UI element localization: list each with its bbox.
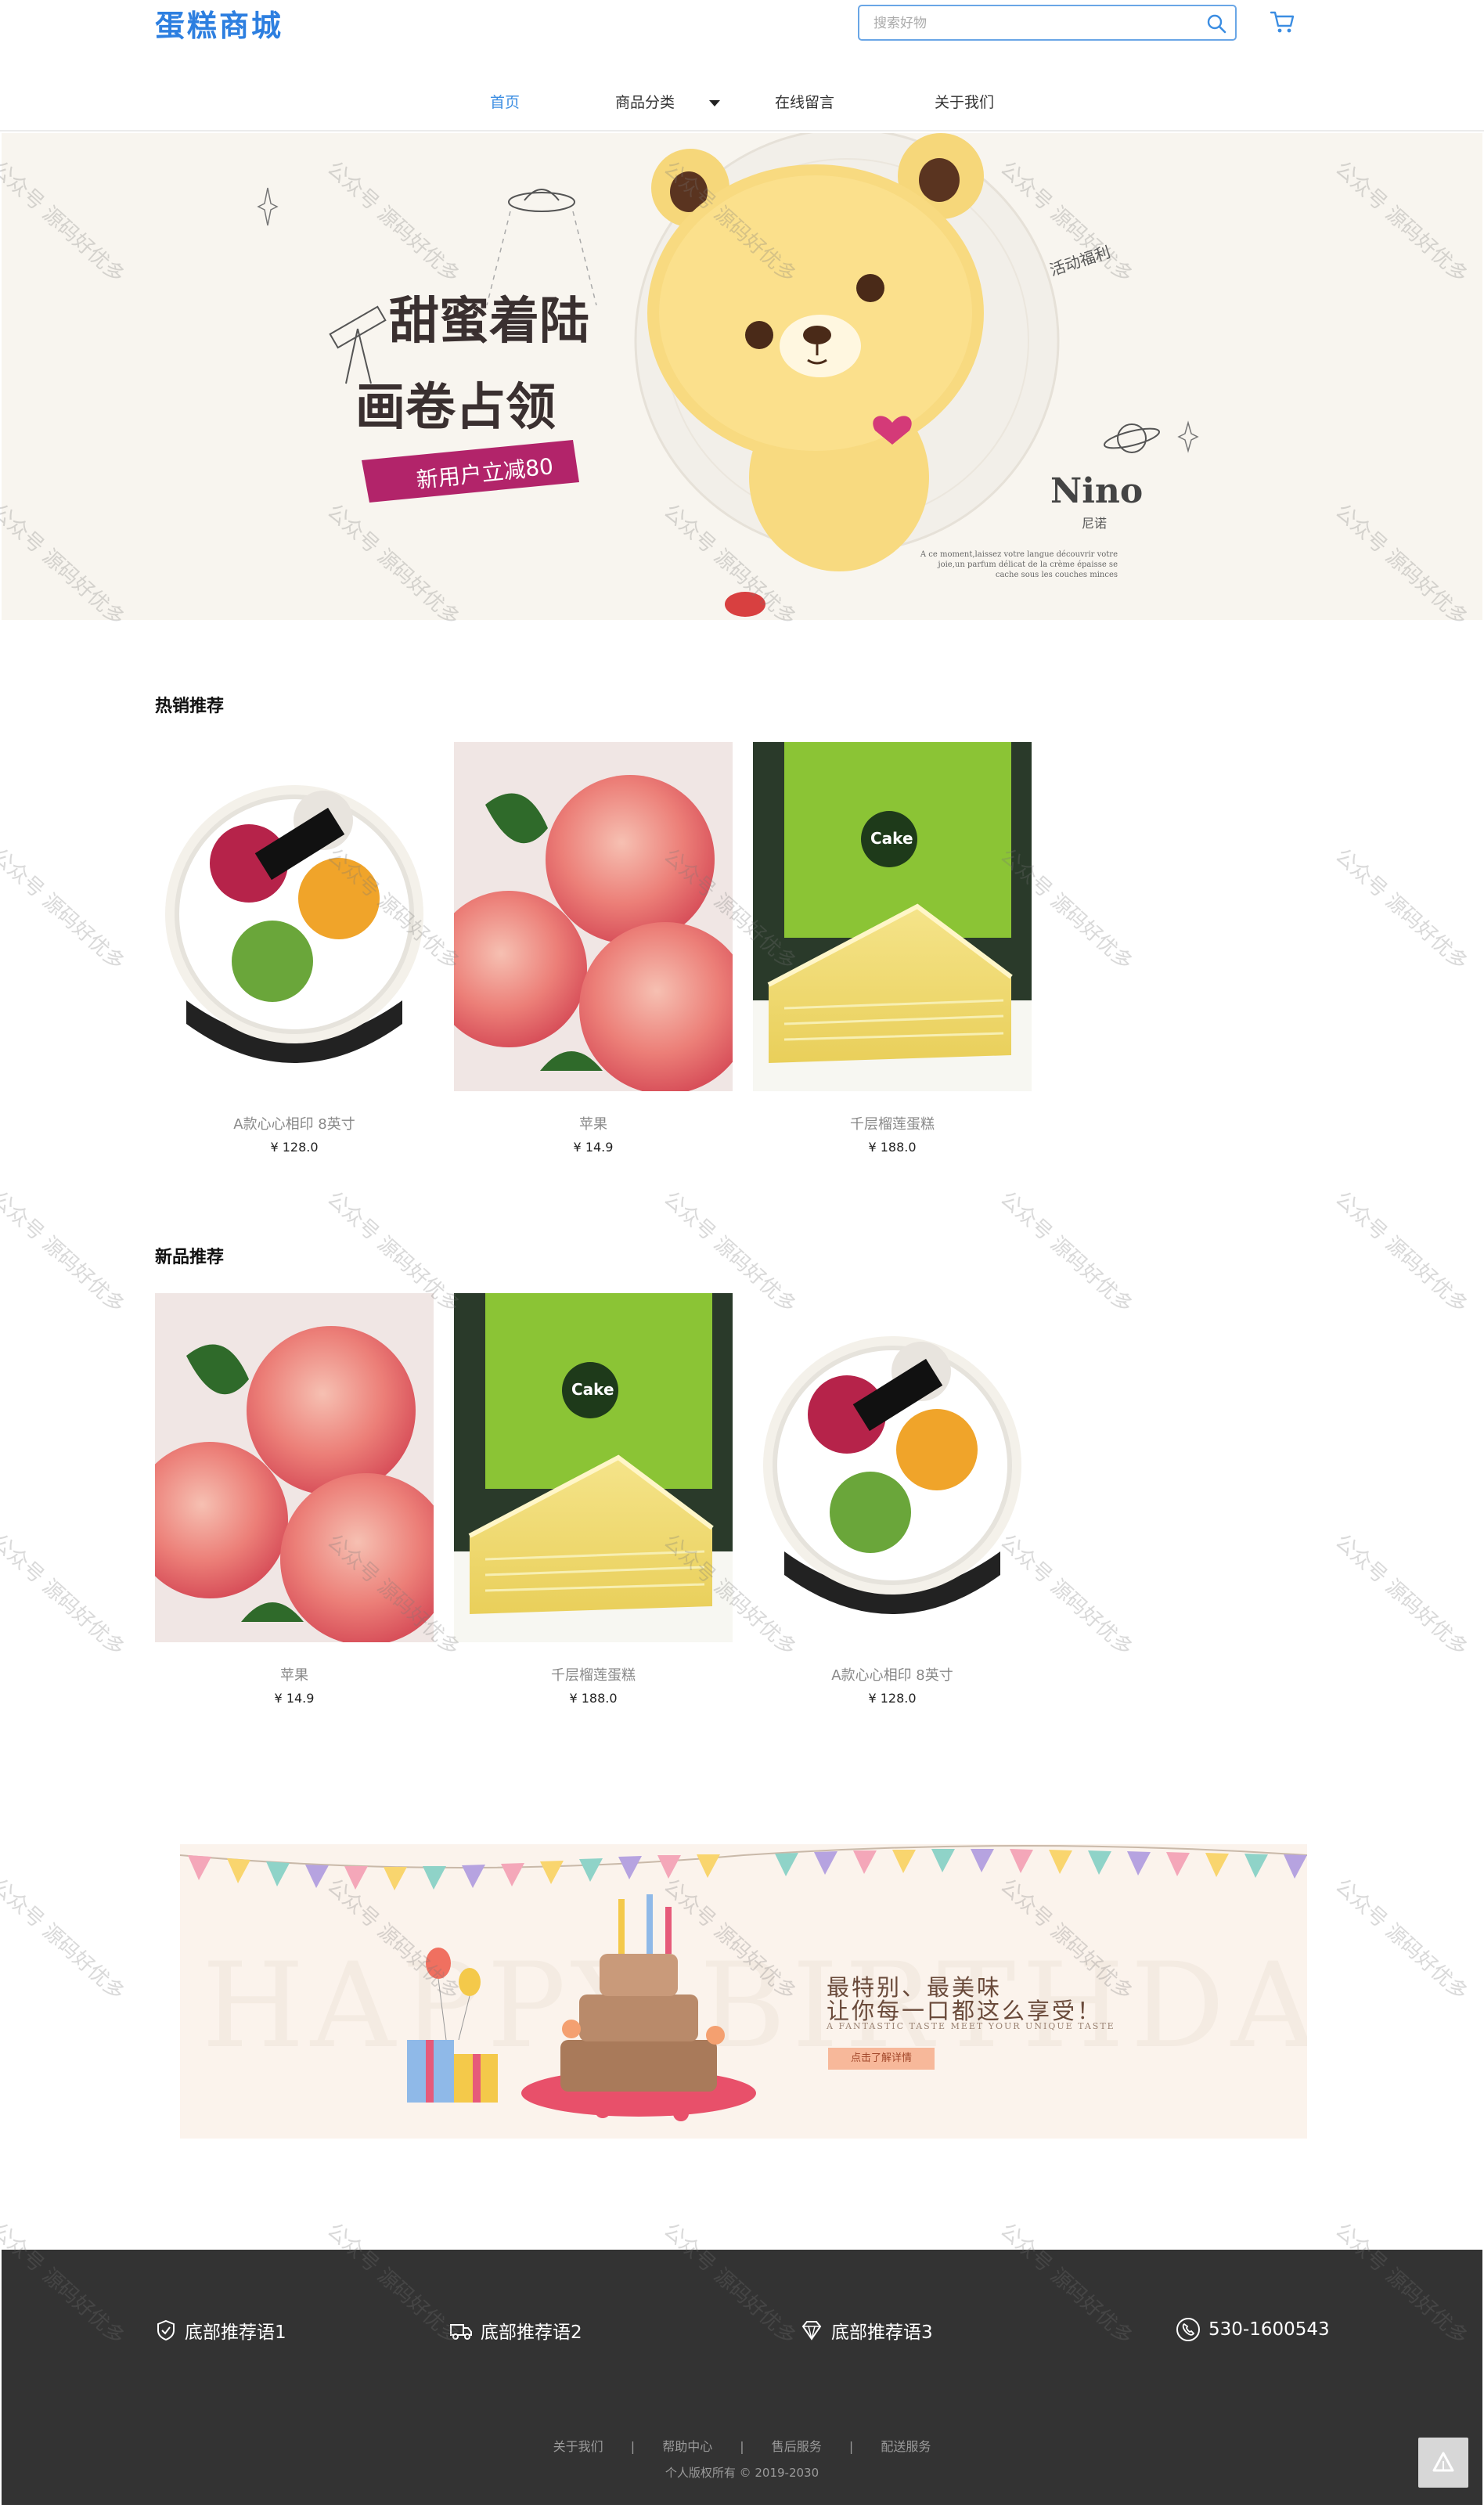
svg-text:画卷占领: 画卷占领 [355,378,556,437]
nav-message[interactable]: 在线留言 [775,91,834,112]
product-price: ¥ 188.0 [868,1140,917,1155]
footer-feature-2: 底部推荐语2 [449,2317,582,2344]
svg-text:甜蜜着陆: 甜蜜着陆 [389,292,589,351]
diamond-icon [801,2321,822,2340]
watermark: 公众号 源码好优多 [1330,1530,1472,1661]
product-price: ¥ 14.9 [274,1691,315,1706]
hero-banner[interactable]: 甜蜜着陆 画卷占领 新用户立减80 Nino 尼诺 活动福利 A ce mome… [2,133,1482,620]
back-to-top-button[interactable] [1418,2438,1468,2488]
svg-text:活动福利: 活动福利 [1047,243,1113,280]
phone-icon [1176,2318,1200,2341]
footer-separator: | [630,2439,636,2454]
footer-link-aftersales[interactable]: 售后服务 [772,2439,822,2454]
product-card[interactable]: A款心心相印 8英寸 ¥ 128.0 [155,742,434,1155]
nav-categories[interactable]: 商品分类 [615,91,721,112]
footer-links: 关于我们 | 帮助中心 | 售后服务 | 配送服务 [2,2436,1482,2455]
hero-illustration: 甜蜜着陆 画卷占领 新用户立减80 Nino 尼诺 活动福利 A ce mome… [257,133,1199,617]
product-card[interactable]: 千层榴莲蛋糕 ¥ 188.0 [454,1293,733,1706]
product-card[interactable]: A款心心相印 8英寸 ¥ 128.0 [753,1293,1032,1706]
footer-feature-label: 底部推荐语2 [481,2322,582,2343]
product-image-apples[interactable] [155,1293,434,1642]
product-name[interactable]: A款心心相印 8英寸 [753,1664,1032,1684]
watermark: 公众号 源码好优多 [1330,844,1472,975]
watermark: 公众号 源码好优多 [0,1530,129,1661]
site-header: 蛋糕商城 首页 商品分类 在线留言 关于我们 [0,0,1484,132]
footer-feature-label: 底部推荐语1 [185,2322,286,2343]
main-nav: 首页 商品分类 在线留言 关于我们 [0,83,1484,121]
footer-feature-label: 底部推荐语3 [831,2322,933,2343]
footer-feature-3: 底部推荐语3 [800,2317,933,2344]
product-price: ¥ 128.0 [868,1691,917,1706]
site-logo[interactable]: 蛋糕商城 [155,2,283,45]
product-card[interactable]: 千层榴莲蛋糕 ¥ 188.0 [753,742,1032,1155]
product-price: ¥ 128.0 [270,1140,319,1155]
banner-brand: Nino [1050,471,1143,511]
product-name[interactable]: A款心心相印 8英寸 [155,1113,434,1133]
site-footer: 底部推荐语1 底部推荐语2 底部推荐语3 530-1600543 关于我们 | … [2,2250,1482,2505]
footer-feature-4: 530-1600543 [1176,2317,1330,2342]
nav-about[interactable]: 关于我们 [935,91,994,112]
footer-feature-1: 底部推荐语1 [155,2317,286,2344]
product-image-durian-crepe-cake[interactable] [753,742,1032,1091]
birthday-illustration [180,1845,1307,2121]
footer-link-about[interactable]: 关于我们 [553,2439,603,2454]
footer-separator: | [740,2439,744,2454]
footer-phone[interactable]: 530-1600543 [1208,2319,1330,2340]
hot-section-title: 热销推荐 [155,697,225,716]
caret-down-icon[interactable] [709,99,721,106]
product-name[interactable]: 千层榴莲蛋糕 [454,1664,733,1684]
nav-home[interactable]: 首页 [490,91,520,112]
arrow-up-icon [1432,2452,1454,2472]
product-image-durian-crepe-cake[interactable] [454,1293,733,1642]
banner-caption: A ce moment,laissez votre langue découvr… [920,550,1118,579]
search-box [858,5,1237,41]
search-icon[interactable] [1205,13,1227,34]
footer-separator: | [848,2439,854,2454]
product-card[interactable]: 苹果 ¥ 14.9 [454,742,733,1155]
svg-text:尼诺: 尼诺 [1082,516,1107,531]
watermark: 公众号 源码好优多 [1330,1874,1472,2005]
product-card[interactable]: 苹果 ¥ 14.9 [155,1293,434,1706]
shield-check-icon [157,2319,175,2341]
product-price: ¥ 188.0 [569,1691,618,1706]
delivery-truck-icon [450,2324,472,2340]
product-image-fruit-cake[interactable] [753,1293,1032,1642]
product-price: ¥ 14.9 [573,1140,614,1155]
shopping-cart-icon[interactable] [1270,9,1296,34]
birthday-ad-banner[interactable]: HAPPY BIRTHDAY 最特别、最美味 让你每一口都这么享受！ A FAN… [180,1844,1307,2139]
product-name[interactable]: 苹果 [454,1113,733,1133]
banner-headline-art: 甜蜜着陆 画卷占领 新用户立减80 [329,189,597,503]
new-section-title: 新品推荐 [155,1248,225,1267]
watermark: 公众号 源码好优多 [0,844,129,975]
product-name[interactable]: 苹果 [155,1664,434,1684]
search-input[interactable] [873,13,1187,34]
product-name[interactable]: 千层榴莲蛋糕 [753,1113,1032,1133]
footer-link-delivery[interactable]: 配送服务 [881,2439,931,2454]
ad-details-button[interactable]: 点击了解详情 [828,2048,935,2070]
watermark: 公众号 源码好优多 [0,1187,129,1318]
ad-subtitle: A FANTASTIC TASTE MEET YOUR UNIQUE TASTE [827,2021,1115,2031]
watermark: 公众号 源码好优多 [1330,1187,1472,1318]
product-image-apples[interactable] [454,742,733,1091]
watermark: 公众号 源码好优多 [0,1874,129,2005]
product-image-fruit-cake[interactable] [155,742,434,1091]
copyright: 个人版权所有 © 2019-2030 [665,2466,819,2480]
footer-link-help[interactable]: 帮助中心 [662,2439,712,2454]
nav-categories-label: 商品分类 [615,94,675,111]
